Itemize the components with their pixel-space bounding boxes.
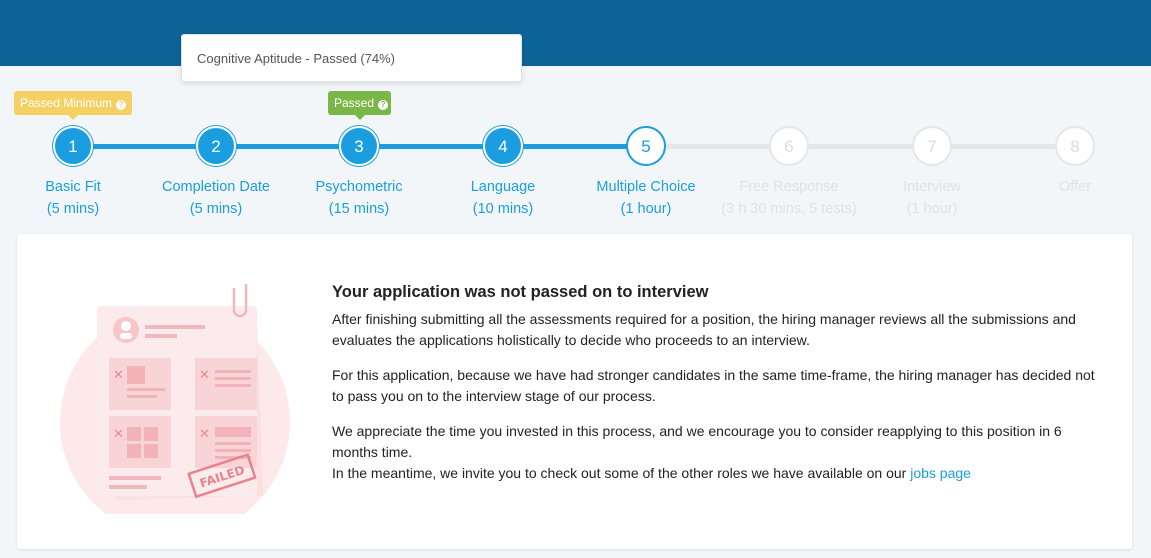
result-message: Your application was not passed on to in… (332, 282, 1102, 484)
tooltip-text: Cognitive Aptitude - Passed (74%) (197, 51, 395, 66)
paragraph-other-roles: In the meantime, we invite you to check … (332, 463, 1102, 484)
step-8-circle: 8 (1055, 126, 1095, 166)
step-7-circle: 7 (912, 126, 952, 166)
help-icon[interactable]: ? (378, 100, 389, 110)
svg-text:✕: ✕ (113, 427, 124, 442)
step-5-circle[interactable]: 5 (626, 126, 666, 166)
step-3-circle[interactable]: 3 (339, 126, 379, 166)
passed-minimum-badge[interactable]: Passed Minimum? (14, 91, 132, 120)
step-4-circle[interactable]: 4 (483, 126, 523, 166)
other-roles-text: In the meantime, we invite you to check … (332, 465, 911, 481)
svg-text:✕: ✕ (199, 368, 210, 383)
assessment-tooltip: Cognitive Aptitude - Passed (74%) (181, 34, 522, 82)
passed-label: Passed (334, 96, 375, 110)
step-1-circle[interactable]: 1 (53, 126, 93, 166)
result-card: ✕ ✕ ✕ ✕ FAILED Your application was not … (17, 234, 1132, 549)
svg-text:✕: ✕ (113, 368, 124, 383)
passed-minimum-label: Passed Minimum (20, 96, 113, 110)
step-name: Offer (1059, 179, 1091, 195)
help-icon[interactable]: ? (116, 100, 127, 110)
paragraph-review-process: After finishing submitting all the asses… (332, 311, 1076, 348)
step-2-circle[interactable]: 2 (196, 126, 236, 166)
step-duration: (1 hour) (906, 201, 958, 217)
result-title: Your application was not passed on to in… (332, 283, 709, 301)
failed-application-icon: ✕ ✕ ✕ ✕ FAILED (57, 264, 302, 537)
step-8-label: Offer (985, 176, 1151, 198)
step-6-circle: 6 (769, 126, 809, 166)
top-header-bar (0, 0, 1151, 66)
progress-line-remaining (646, 144, 1075, 149)
svg-text:✕: ✕ (199, 427, 210, 442)
jobs-page-link[interactable]: jobs page (910, 465, 971, 481)
paragraph-reapply: We appreciate the time you invested in t… (332, 423, 1062, 460)
passed-badge[interactable]: Passed? (328, 91, 391, 120)
paragraph-decision: For this application, because we have ha… (332, 367, 1095, 404)
